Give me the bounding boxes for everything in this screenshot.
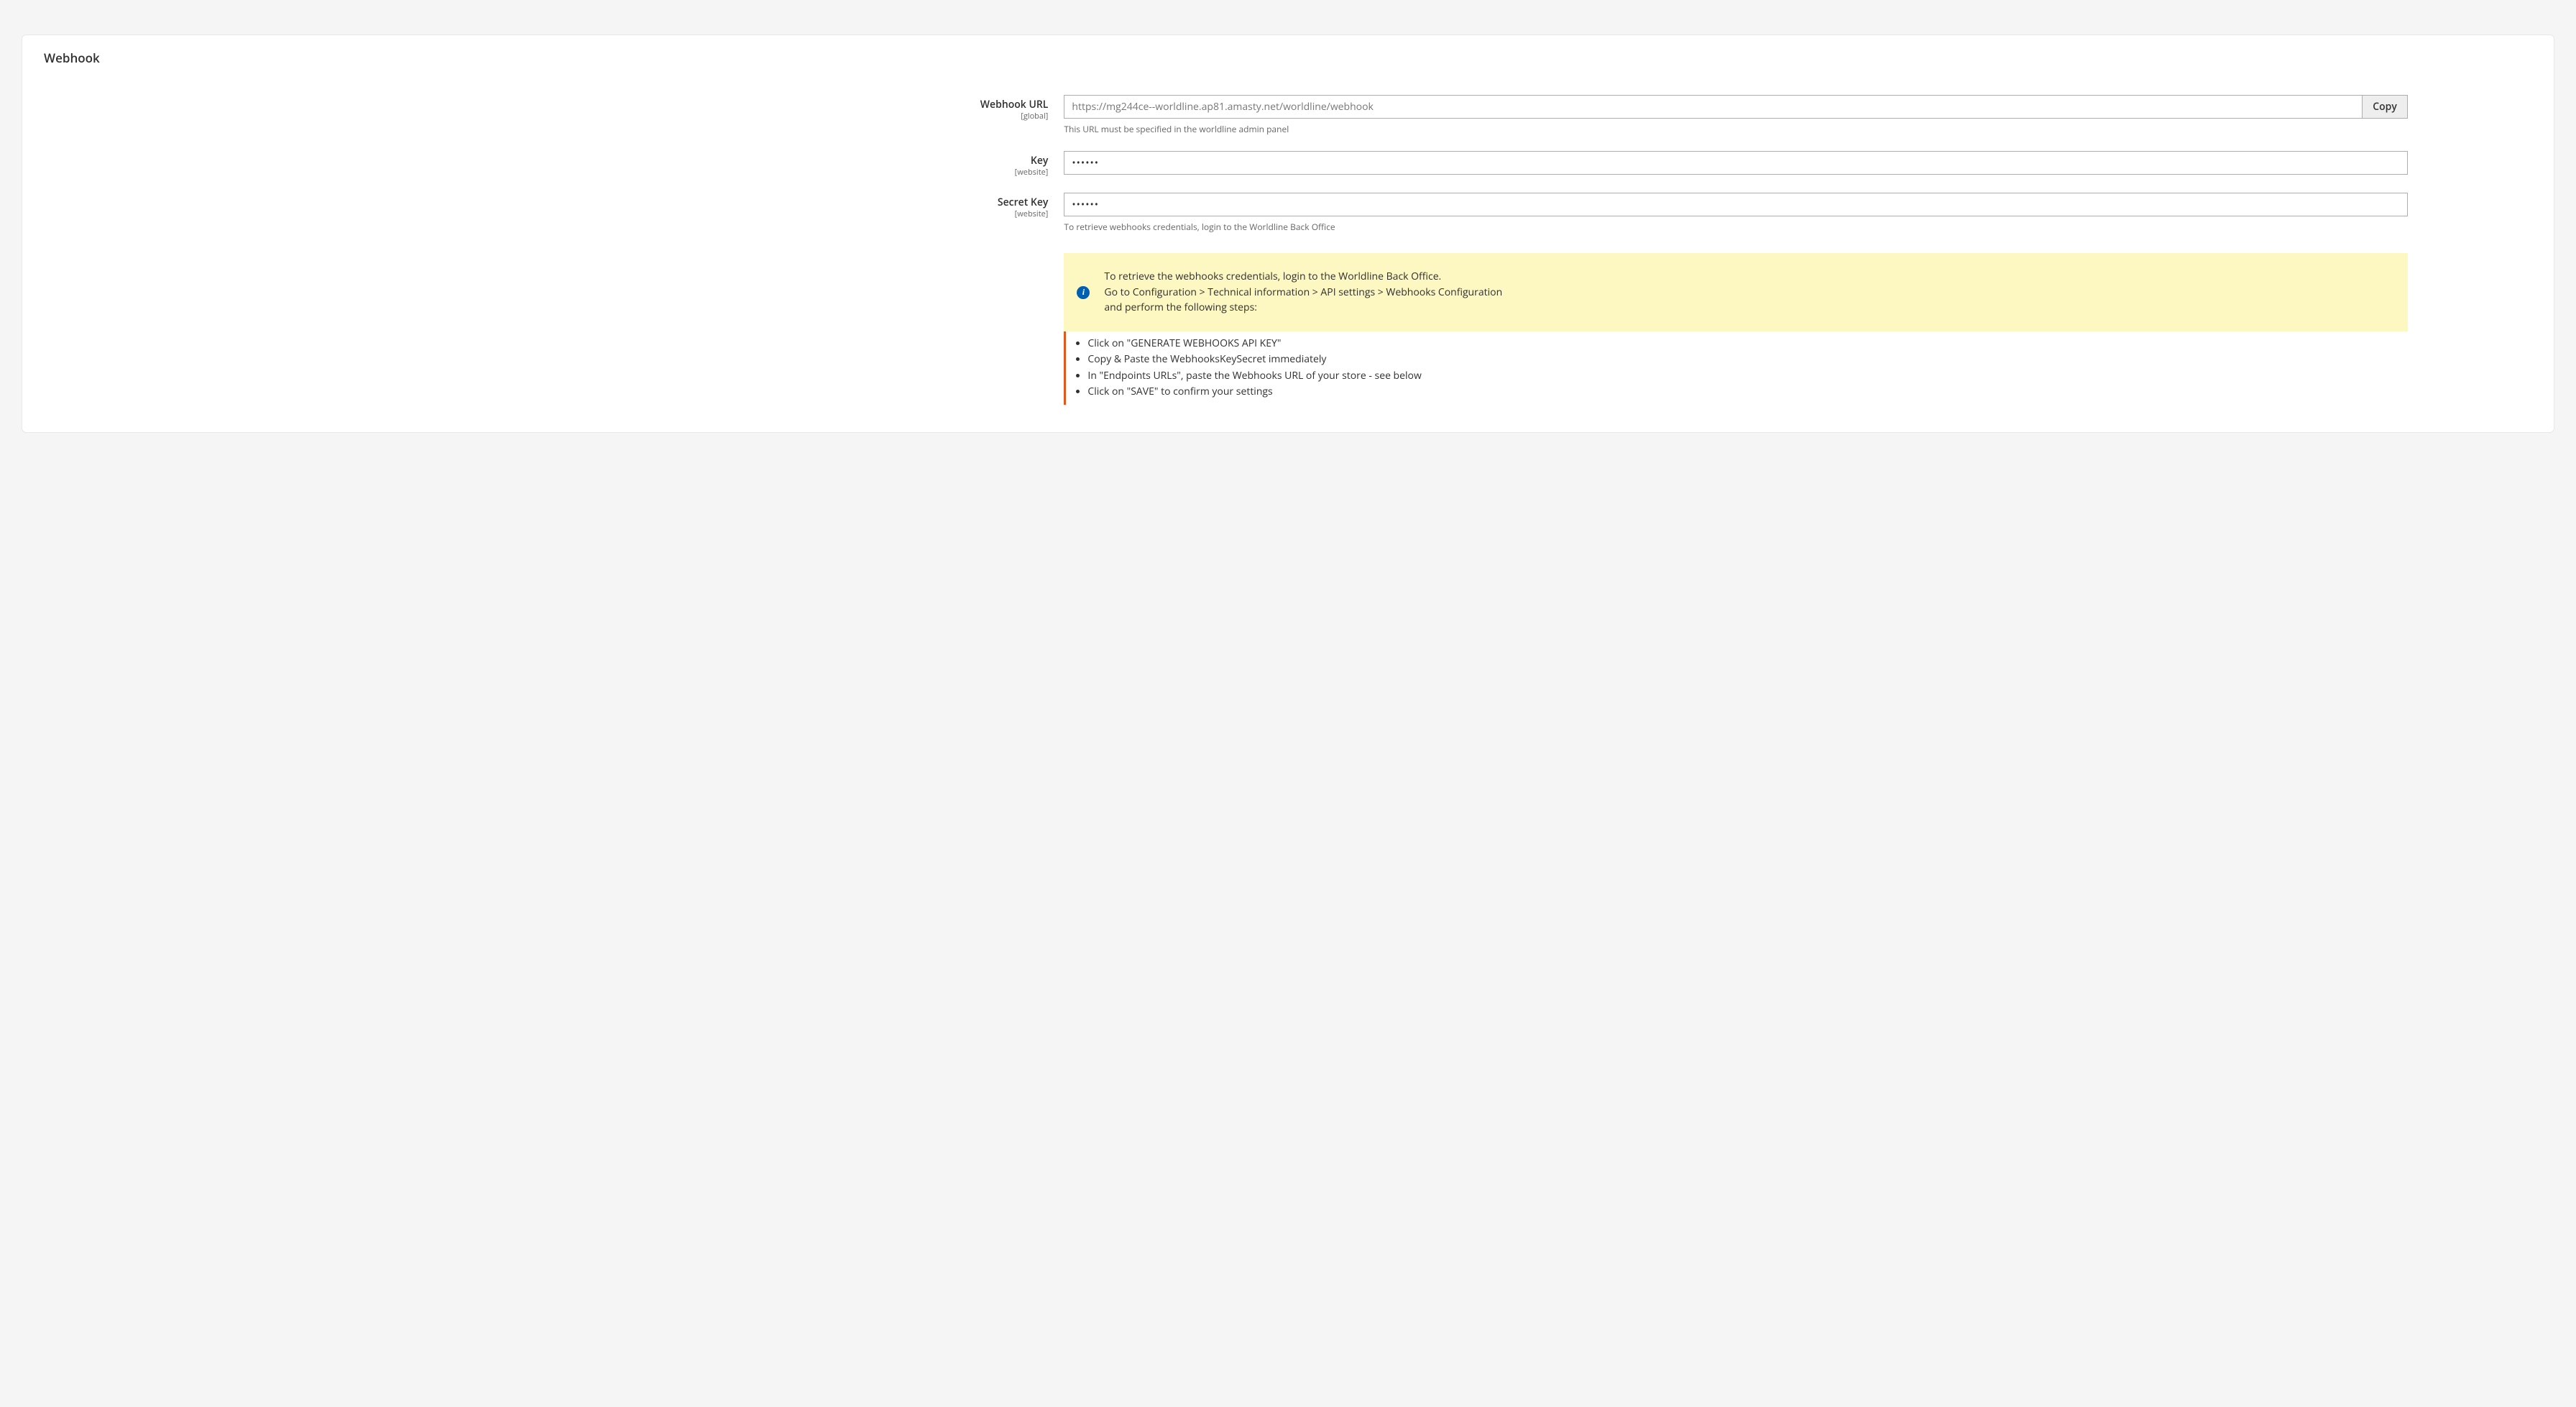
section-title: Webhook	[44, 50, 2532, 66]
webhook-panel: Webhook Webhook URL [global] Copy This U…	[22, 35, 2554, 433]
info-line1: To retrieve the webhooks credentials, lo…	[1104, 270, 1441, 283]
step-item: In "Endpoints URLs", paste the Webhooks …	[1087, 368, 2401, 384]
info-box: i To retrieve the webhooks credentials, …	[1064, 253, 2407, 331]
webhook-url-label: Webhook URL	[44, 99, 1048, 111]
step-item: Click on "GENERATE WEBHOOKS API KEY"	[1087, 336, 2401, 352]
secret-key-scope: [website]	[44, 209, 1048, 219]
step-item: Click on "SAVE" to confirm your settings	[1087, 384, 2401, 400]
secret-key-note: To retrieve webhooks credentials, login …	[1064, 221, 2407, 233]
secret-key-input[interactable]	[1064, 193, 2407, 216]
key-label: Key	[44, 155, 1048, 168]
info-icon: i	[1077, 286, 1090, 299]
key-input[interactable]	[1064, 151, 2407, 175]
step-item: Copy & Paste the WebhooksKeySecret immed…	[1087, 352, 2401, 367]
webhook-url-input[interactable]	[1064, 95, 2362, 119]
secret-key-label: Secret Key	[44, 197, 1048, 209]
webhook-url-note: This URL must be specified in the worldl…	[1064, 123, 2407, 135]
info-line3: and perform the following steps:	[1104, 301, 1257, 314]
copy-button[interactable]: Copy	[2362, 95, 2408, 119]
webhook-url-scope: [global]	[44, 111, 1048, 121]
info-line2: Go to Configuration > Technical informat…	[1104, 285, 1502, 299]
key-scope: [website]	[44, 168, 1048, 177]
steps-box: Click on "GENERATE WEBHOOKS API KEY" Cop…	[1064, 331, 2407, 405]
